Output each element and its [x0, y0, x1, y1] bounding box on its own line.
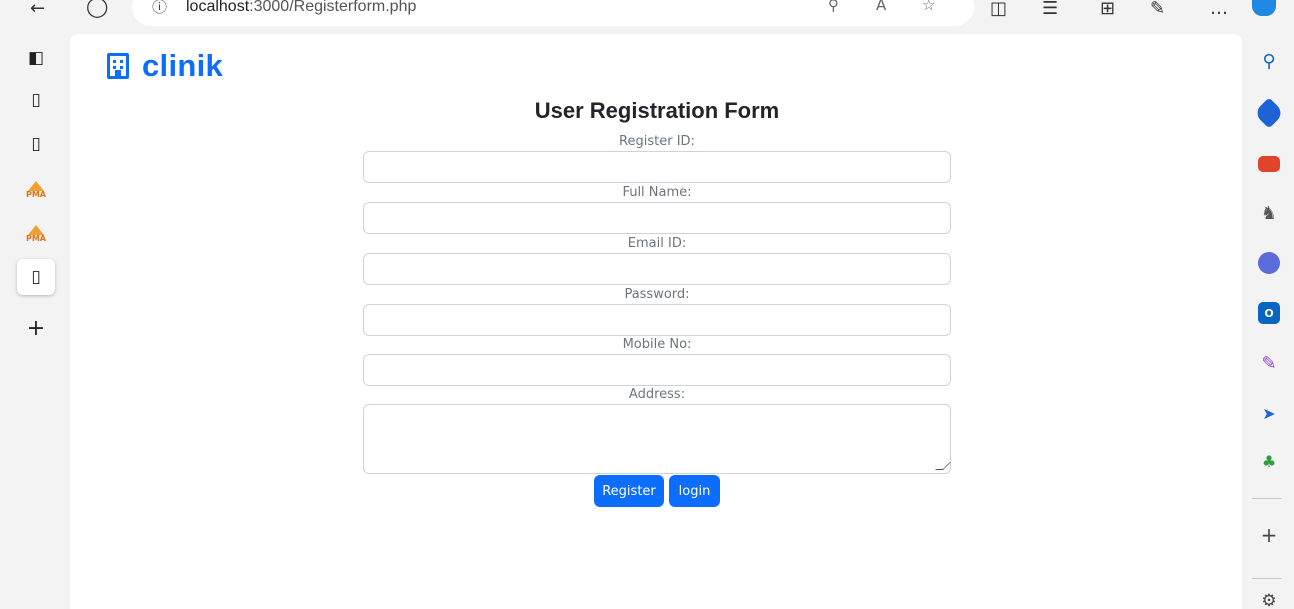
shopping-tag-icon[interactable] [1253, 97, 1285, 129]
address-textarea[interactable] [363, 404, 951, 474]
designer-icon[interactable]: ✎ [1258, 352, 1280, 374]
full-name-field: Full Name: [363, 185, 951, 234]
register-id-field: Register ID: [363, 134, 951, 183]
collections-icon[interactable]: ⊞ [1100, 0, 1115, 19]
register-id-input[interactable] [363, 151, 951, 183]
mobile-input[interactable] [363, 354, 951, 386]
tab-phpmyadmin-icon[interactable]: PMA [17, 216, 55, 252]
refresh-icon[interactable]: ◯ [86, 0, 108, 18]
login-button[interactable]: login [669, 475, 720, 507]
sidebar-divider [1252, 498, 1282, 499]
tools-briefcase-icon[interactable] [1258, 156, 1280, 172]
tab-page-icon[interactable]: ▯ [17, 82, 55, 118]
favorite-star-icon[interactable]: ☆ [922, 0, 935, 14]
email-input[interactable] [363, 253, 951, 285]
search-icon[interactable]: ⚲ [1258, 50, 1280, 72]
email-label: Email ID: [627, 236, 687, 251]
settings-gear-icon[interactable]: ⚙ [1258, 590, 1280, 609]
register-button[interactable]: Register [594, 475, 664, 507]
more-menu-icon[interactable]: … [1210, 0, 1228, 19]
password-input[interactable] [363, 304, 951, 336]
add-sidebar-app-icon[interactable]: + [1258, 523, 1280, 547]
email-field: Email ID: [363, 236, 951, 285]
drop-send-icon[interactable]: ➤ [1258, 402, 1280, 424]
tab-phpmyadmin-icon[interactable]: PMA [17, 172, 55, 208]
full-name-label: Full Name: [622, 185, 692, 200]
mobile-label: Mobile No: [622, 337, 692, 352]
site-info-icon[interactable]: ⓘ [152, 0, 167, 17]
copilot-icon[interactable] [1252, 0, 1276, 16]
hospital-building-icon [107, 53, 129, 79]
form-title: User Registration Form [534, 98, 780, 123]
address-label: Address: [628, 387, 686, 402]
url-text: localhost:3000/Registerform.php [186, 0, 417, 15]
games-icon[interactable]: ♞ [1258, 202, 1280, 224]
brand-name: clinik [142, 48, 224, 83]
zoom-icon[interactable]: ⚲ [828, 0, 839, 14]
page-content: clinik User Registration Form Register I… [70, 34, 1242, 609]
tab-page-icon[interactable]: ▯ [17, 259, 55, 295]
address-field: Address: [363, 387, 951, 474]
extension-icon[interactable]: ✎ [1150, 0, 1165, 19]
sidebar-divider [1252, 578, 1282, 579]
microsoft-365-icon[interactable] [1258, 252, 1280, 274]
favorites-icon[interactable]: ☰ [1042, 0, 1058, 19]
vertical-tabs: ◧ ▯ ▯ PMA PMA ▯ + [0, 30, 70, 609]
back-arrow-icon[interactable]: ← [30, 0, 45, 19]
mobile-field: Mobile No: [363, 337, 951, 386]
password-field: Password: [363, 287, 951, 336]
register-id-label: Register ID: [619, 134, 695, 149]
tab-page-icon[interactable]: ▯ [17, 126, 55, 162]
new-tab-plus-icon[interactable]: + [17, 310, 55, 346]
full-name-input[interactable] [363, 202, 951, 234]
brand-logo[interactable]: clinik [107, 48, 223, 84]
outlook-icon[interactable]: O [1258, 302, 1280, 324]
browser-toolbar: ← ◯ ⓘ localhost:3000/Registerform.php ⚲ … [0, 0, 1294, 30]
split-screen-icon[interactable]: ◫ [990, 0, 1007, 19]
resize-handle-icon[interactable] [935, 462, 951, 470]
read-aloud-icon[interactable]: A [876, 0, 886, 14]
password-label: Password: [624, 287, 690, 302]
tree-icon[interactable]: ♣ [1258, 450, 1280, 472]
edge-sidebar: ⚲ ♞ O ✎ ➤ ♣ + ⚙ [1242, 30, 1294, 609]
address-bar[interactable]: ⓘ localhost:3000/Registerform.php ⚲ A ☆ [132, 0, 974, 26]
tab-panel-icon[interactable]: ◧ [17, 40, 55, 76]
